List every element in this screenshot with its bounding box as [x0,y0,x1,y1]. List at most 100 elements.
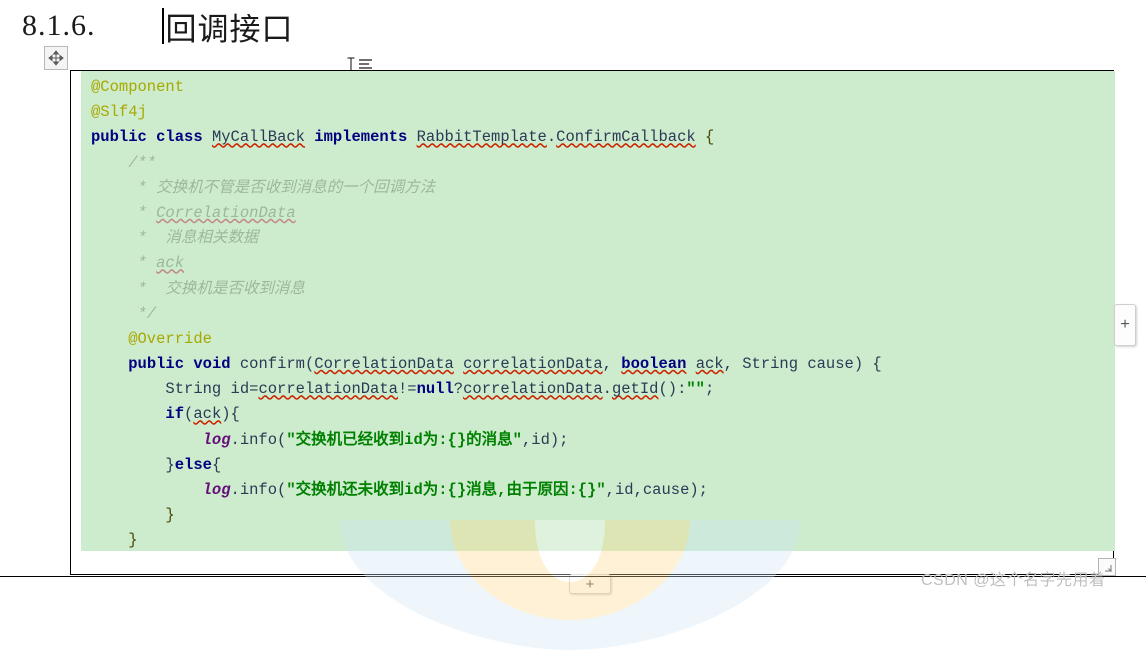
code-token: public [91,128,147,147]
code-token: getId [611,380,659,399]
code-line: * 交换机是否收到消息 [81,277,1115,302]
code-line: * 消息相关数据 [81,226,1115,251]
code-token: @Override [91,329,212,348]
document-heading: 8.1.6. 回调接口 [0,0,1146,52]
move-4way-icon [48,50,64,66]
code-line: * ack [81,251,1115,276]
code-token: "交换机还未收到id为:{}消息,由于原因:{}" [286,481,606,499]
code-token: class [156,128,203,147]
code-token: } [91,506,175,525]
code-token: void [193,355,231,374]
code-line: log.info("交换机已经收到id为:{}的消息",id); [81,428,1115,453]
code-token: . [546,128,557,147]
table-move-handle[interactable] [44,46,68,70]
code-token: correlationData [463,380,603,399]
code-token: /** [91,153,157,172]
code-token: { [705,128,715,147]
add-column-button[interactable]: + [1114,304,1136,346]
heading-number: 8.1.6. [22,9,96,42]
code-token: CorrelationData [156,203,296,222]
code-token: */ [91,304,157,323]
code-token: ( [184,405,194,424]
code-token: else [174,455,212,474]
csdn-watermark-text: CSDN @这个名字先用着 [921,572,1106,589]
code-token: ack [695,355,724,374]
code-table[interactable]: @Component @Slf4j public class MyCallBack … [70,70,1115,575]
code-token: if [165,405,185,424]
code-line: @Component [81,75,1115,100]
code-token: ){ [221,405,240,424]
code-token: (): [658,380,687,399]
code-line: * 交换机不管是否收到消息的一个回调方法 [81,176,1115,201]
code-token: * [91,203,157,222]
code-line: log.info("交换机还未收到id为:{}消息,由于原因:{}",id,ca… [81,478,1115,503]
code-token: ; [704,380,715,399]
code-token: log [202,481,231,499]
code-token: correlationData [258,380,398,399]
code-token: { [211,455,222,474]
code-block-cell[interactable]: @Component @Slf4j public class MyCallBack … [81,71,1115,551]
code-token: CorrelationData [314,355,454,374]
code-line: } [81,503,1115,528]
code-token: } [91,531,138,550]
code-token: , [602,355,622,374]
code-line: * CorrelationData [81,201,1115,226]
code-token: null [416,380,454,399]
code-token: boolean [621,355,687,374]
code-token: String id= [91,380,259,399]
table-row-divider [81,558,1115,560]
code-token: log [202,430,231,449]
code-token: .info( [230,481,287,499]
code-token: ? [453,380,464,399]
code-token: != [397,380,417,399]
heading-title: 回调接口 [165,11,294,47]
code-token: @Slf4j [91,103,147,122]
code-token: , String cause) { [723,355,882,374]
text-caret [161,8,164,44]
code-token: ,id); [521,430,569,449]
code-line: @Slf4j [81,100,1115,125]
code-line: }else{ [81,453,1115,478]
code-token: public [128,355,185,374]
code-token: ConfirmCallback [556,128,696,147]
code-token: } [91,455,175,474]
code-token: . [602,380,612,399]
code-token: @Component [91,78,185,96]
code-token: * 交换机是否收到消息 [91,279,305,298]
code-token: * [91,254,157,273]
code-token: ack [193,405,222,424]
code-line: /** [81,151,1115,176]
code-token: correlationData [463,355,603,374]
code-token: ,id,cause); [605,481,708,499]
add-row-label: + [585,575,595,593]
code-token: * 交换机不管是否收到消息的一个回调方法 [91,178,436,197]
code-token: "交换机已经收到id为:{}的消息" [286,430,522,449]
code-line: if(ack){ [81,402,1115,427]
code-line: public class MyCallBack implements Rabbi… [81,125,1115,150]
code-token: RabbitTemplate [416,128,547,147]
add-row-button[interactable]: + [569,574,611,594]
code-token: .info( [230,430,287,449]
code-text[interactable]: @Component @Slf4j public class MyCallBack … [81,75,1115,551]
code-token: confirm( [230,355,315,374]
code-line: } [81,528,1115,551]
code-token: "" [686,380,705,399]
code-token: * 消息相关数据 [91,229,259,248]
code-token: implements [314,128,408,147]
code-line: public void confirm(CorrelationData corr… [81,352,1115,377]
code-token: ack [156,254,185,273]
code-line: */ [81,302,1115,327]
code-line: @Override [81,327,1115,352]
